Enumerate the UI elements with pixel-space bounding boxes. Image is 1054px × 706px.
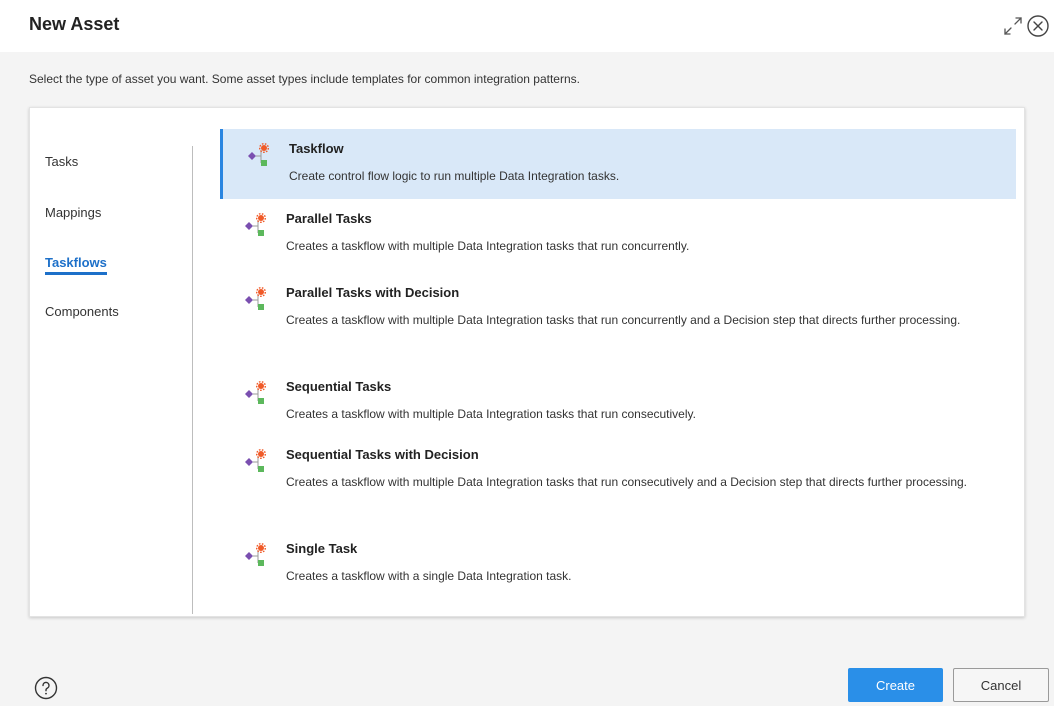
taskflow-icon: [245, 449, 266, 473]
nav-divider: [192, 146, 193, 614]
taskflow-icon: [245, 381, 266, 405]
option-description: Creates a taskflow with multiple Data In…: [286, 475, 967, 489]
option-title: Sequential Tasks: [286, 379, 392, 394]
option-description: Creates a taskflow with multiple Data In…: [286, 407, 696, 421]
taskflow-icon: [245, 543, 266, 567]
taskflow-icon: [245, 213, 266, 237]
help-icon[interactable]: [34, 676, 58, 700]
dialog-header: New Asset: [0, 0, 1054, 52]
asset-category-nav: Tasks Mappings Taskflows Components: [30, 108, 192, 616]
option-sequential-tasks[interactable]: Sequential Tasks Creates a taskflow with…: [220, 367, 1016, 435]
nav-item-mappings[interactable]: Mappings: [45, 205, 101, 220]
option-title: Single Task: [286, 541, 358, 556]
option-title: Taskflow: [289, 141, 344, 156]
close-icon[interactable]: [1026, 14, 1050, 38]
option-description: Creates a taskflow with a single Data In…: [286, 569, 572, 583]
nav-item-components[interactable]: Components: [45, 304, 119, 319]
option-single-task[interactable]: Single Task Creates a taskflow with a si…: [220, 529, 1016, 597]
expand-icon[interactable]: [1002, 15, 1024, 37]
option-title: Parallel Tasks: [286, 211, 372, 226]
dialog-title: New Asset: [29, 14, 120, 34]
option-description: Creates a taskflow with multiple Data In…: [286, 313, 961, 327]
option-taskflow[interactable]: Taskflow Create control flow logic to ru…: [220, 129, 1016, 199]
option-description: Creates a taskflow with multiple Data In…: [286, 239, 690, 253]
taskflow-icon: [245, 287, 266, 311]
create-button[interactable]: Create: [848, 668, 943, 702]
cancel-button[interactable]: Cancel: [953, 668, 1049, 702]
taskflow-icon: [248, 143, 269, 167]
option-parallel-tasks-with-decision[interactable]: Parallel Tasks with Decision Creates a t…: [220, 273, 1016, 367]
option-title: Sequential Tasks with Decision: [286, 447, 479, 462]
option-parallel-tasks[interactable]: Parallel Tasks Creates a taskflow with m…: [220, 199, 1016, 267]
asset-type-panel: Tasks Mappings Taskflows Components Task…: [29, 107, 1025, 617]
dialog-intro-text: Select the type of asset you want. Some …: [29, 72, 580, 86]
option-title: Parallel Tasks with Decision: [286, 285, 460, 300]
nav-item-tasks[interactable]: Tasks: [45, 154, 78, 169]
nav-item-taskflows[interactable]: Taskflows: [45, 255, 107, 275]
option-description: Create control flow logic to run multipl…: [289, 169, 620, 183]
option-sequential-tasks-with-decision[interactable]: Sequential Tasks with Decision Creates a…: [220, 435, 1016, 529]
